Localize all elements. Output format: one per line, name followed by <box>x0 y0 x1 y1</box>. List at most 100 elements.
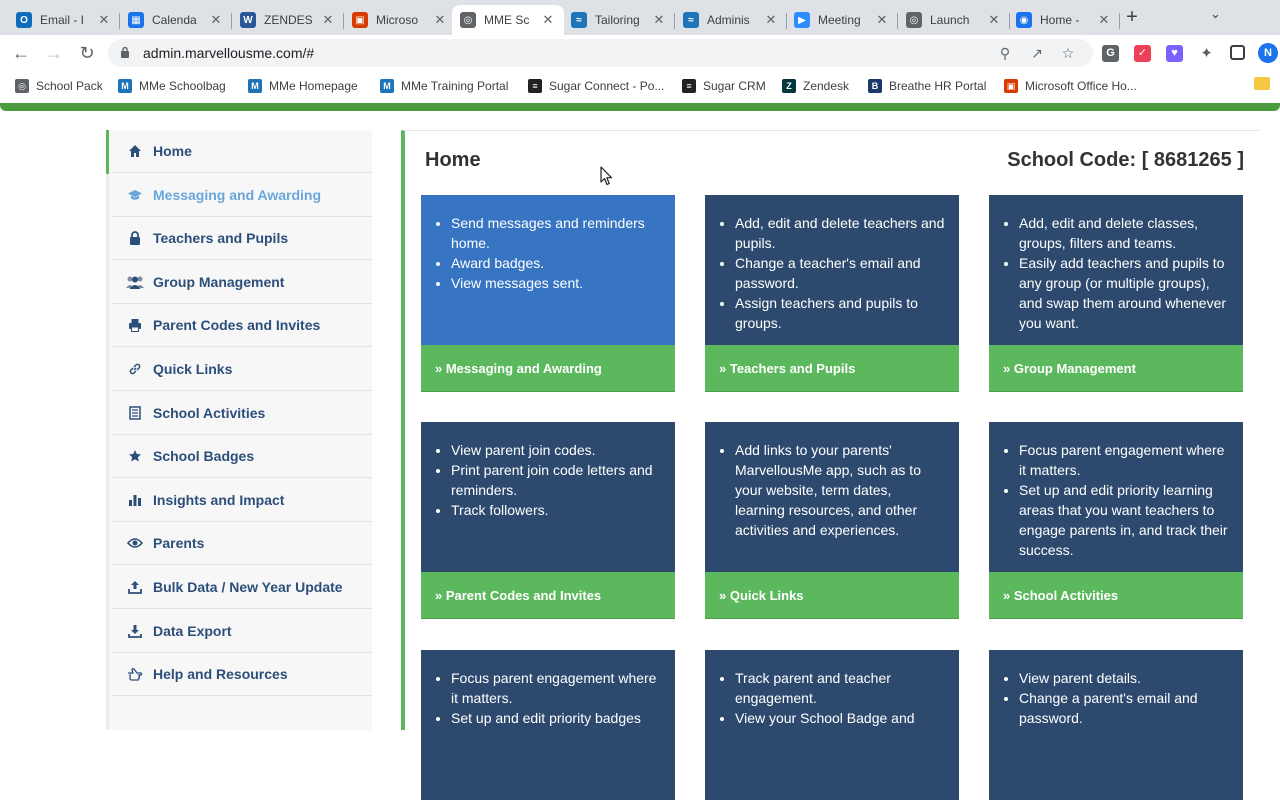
bookmark-item[interactable]: M MMe Schoolbag <box>118 76 226 96</box>
zendesk-guide-icon: ≈ <box>683 12 699 28</box>
sidebar-item-group-management[interactable]: Group Management <box>112 261 372 304</box>
bookmark-star-icon[interactable]: ☆ <box>1059 44 1077 62</box>
sidebar-item-data-export[interactable]: Data Export <box>112 610 372 653</box>
close-tab-icon[interactable]: ✕ <box>1096 12 1112 28</box>
tab-search-chevron-icon[interactable]: ⌄ <box>1210 6 1221 22</box>
outlook-icon: O <box>16 12 32 28</box>
feature-card-description: Focus parent engagement where it matters… <box>989 422 1243 572</box>
bookmark-label: Breathe HR Portal <box>889 79 987 93</box>
bookmark-item[interactable]: M MMe Homepage <box>248 76 358 96</box>
feature-card: Add, edit and delete teachers and pupils… <box>705 195 959 392</box>
share-icon[interactable]: ↗ <box>1028 44 1046 62</box>
browser-tab[interactable]: O Email - I ✕ <box>8 5 120 35</box>
bookmark-folder-icon[interactable] <box>1254 77 1270 90</box>
close-tab-icon[interactable]: ✕ <box>320 12 336 28</box>
bookmark-item[interactable]: ◎ School Pack <box>15 76 103 96</box>
pocket-extension-icon[interactable]: ✓ <box>1134 45 1151 62</box>
close-tab-icon[interactable]: ✕ <box>208 12 224 28</box>
mme-icon: M <box>380 79 394 93</box>
bookmark-item[interactable]: ≡ Sugar Connect - Po... <box>528 76 664 96</box>
side-panel-icon[interactable] <box>1230 45 1245 60</box>
puzzle-extensions-icon[interactable]: ✦ <box>1198 45 1215 62</box>
zendesk-icon: Z <box>782 79 796 93</box>
browser-tab-label: Meeting <box>818 13 861 27</box>
profile-avatar-icon[interactable]: N <box>1258 43 1278 63</box>
feature-card-description: Send messages and reminders home.Award b… <box>421 195 675 345</box>
feature-card-link[interactable]: » Parent Codes and Invites <box>421 572 675 619</box>
feature-card-link[interactable]: » Messaging and Awarding <box>421 345 675 392</box>
browser-tab-label: Microso <box>376 13 419 27</box>
address-bar[interactable]: admin.marvellousme.com/# ⚲ ↗ ☆ <box>108 39 1093 67</box>
bookmark-label: School Pack <box>36 79 103 93</box>
feature-bullet-list: Add, edit and delete classes, groups, fi… <box>1003 213 1229 333</box>
main-panel: Home School Code: [ 8681265 ] Send messa… <box>401 130 1260 800</box>
page-title: Home <box>425 149 481 171</box>
sidebar-item-school-activities[interactable]: School Activities <box>112 392 372 435</box>
bookmark-label: MMe Schoolbag <box>139 79 226 93</box>
browser-tab[interactable]: ≈ Adminis ✕ <box>675 5 787 35</box>
group-icon <box>125 275 145 289</box>
sidebar-item-parent-codes-and-invites[interactable]: Parent Codes and Invites <box>112 304 372 348</box>
sidebar-item-insights-and-impact[interactable]: Insights and Impact <box>112 479 372 522</box>
new-tab-button[interactable]: + <box>1121 7 1143 29</box>
sidebar-item-label: School Badges <box>153 448 255 465</box>
sidebar-item-quick-links[interactable]: Quick Links <box>112 348 372 391</box>
browser-tab[interactable]: ◉ Home - ✕ <box>1008 5 1120 35</box>
bookmark-item[interactable]: ≡ Sugar CRM <box>682 76 766 96</box>
sidebar-item-messaging-and-awarding[interactable]: Messaging and Awarding <box>112 174 372 217</box>
office-icon: ▣ <box>1004 79 1018 93</box>
feature-bullet: Add, edit and delete classes, groups, fi… <box>1019 213 1229 253</box>
browser-tab[interactable]: ▶ Meeting ✕ <box>786 5 898 35</box>
sidebar-item-help-and-resources[interactable]: Help and Resources <box>112 653 372 697</box>
sidebar-item-teachers-and-pupils[interactable]: Teachers and Pupils <box>112 217 372 261</box>
feature-bullet: Focus parent engagement where it matters… <box>451 668 661 708</box>
key-icon[interactable]: ⚲ <box>996 44 1014 62</box>
feature-bullet: Easily add teachers and pupils to any gr… <box>1019 253 1229 333</box>
mouse-cursor-icon <box>600 166 613 186</box>
bookmark-item[interactable]: B Breathe HR Portal <box>868 76 986 96</box>
close-tab-icon[interactable]: ✕ <box>874 12 890 28</box>
feature-card-link[interactable]: » Quick Links <box>705 572 959 619</box>
sidebar-item-label: Insights and Impact <box>153 491 285 508</box>
close-tab-icon[interactable]: ✕ <box>540 12 556 28</box>
reload-icon[interactable]: ↻ <box>76 42 98 64</box>
zoom-icon: ▶ <box>794 12 810 28</box>
close-tab-icon[interactable]: ✕ <box>96 12 112 28</box>
site-header-strip <box>0 103 1280 111</box>
feature-bullet-list: Send messages and reminders home.Award b… <box>435 213 661 293</box>
browser-tab[interactable]: ◎ MME Sc ✕ <box>452 5 564 35</box>
bookmark-item[interactable]: Z Zendesk <box>782 76 849 96</box>
feature-card-link[interactable]: » Group Management <box>989 345 1243 392</box>
close-tab-icon[interactable]: ✕ <box>432 12 448 28</box>
link-icon <box>125 362 145 376</box>
feature-card-description: Add links to your parents' MarvellousMe … <box>705 422 959 572</box>
feature-bullet: View your School Badge and <box>735 708 945 728</box>
browser-tab[interactable]: W ZENDES ✕ <box>232 5 344 35</box>
eye-icon <box>125 537 145 549</box>
forward-arrow-icon[interactable]: → <box>43 42 65 64</box>
feature-card-description: Add, edit and delete teachers and pupils… <box>705 195 959 345</box>
close-tab-icon[interactable]: ✕ <box>763 12 779 28</box>
browser-tab[interactable]: ≈ Tailoring ✕ <box>563 5 675 35</box>
bookmarks-bar: ◎ School Pack M MMe Schoolbag M MMe Homepage M… <box>0 71 1280 101</box>
sugar-icon: ≡ <box>682 79 696 93</box>
feature-card-link[interactable]: » Teachers and Pupils <box>705 345 959 392</box>
browser-tab[interactable]: ◎ Launch ✕ <box>898 5 1010 35</box>
feature-card-link[interactable]: » School Activities <box>989 572 1243 619</box>
sidebar-item-school-badges[interactable]: School Badges <box>112 435 372 479</box>
browser-tab[interactable]: ▣ Microso ✕ <box>344 5 456 35</box>
close-tab-icon[interactable]: ✕ <box>651 12 667 28</box>
bookmark-item[interactable]: ▣ Microsoft Office Ho... <box>1004 76 1137 96</box>
browser-toolbar: ← → ↻ admin.marvellousme.com/# ⚲ ↗ ☆ G ✓… <box>0 35 1280 71</box>
bookmark-item[interactable]: M MMe Training Portal <box>380 76 508 96</box>
feature-bullet: Track followers. <box>451 500 661 520</box>
sidebar-item-home[interactable]: Home <box>112 130 372 173</box>
grammarly-extension-icon[interactable]: G <box>1102 45 1119 62</box>
browser-tab[interactable]: ▦ Calenda ✕ <box>120 5 232 35</box>
extension-heart-icon[interactable]: ♥ <box>1166 45 1183 62</box>
close-tab-icon[interactable]: ✕ <box>986 12 1002 28</box>
sidebar-item-parents[interactable]: Parents <box>112 522 372 566</box>
browser-tab-label: Calenda <box>152 13 197 27</box>
back-arrow-icon[interactable]: ← <box>10 42 32 64</box>
sidebar-item-bulk-data-new-year-update[interactable]: Bulk Data / New Year Update <box>112 566 372 609</box>
